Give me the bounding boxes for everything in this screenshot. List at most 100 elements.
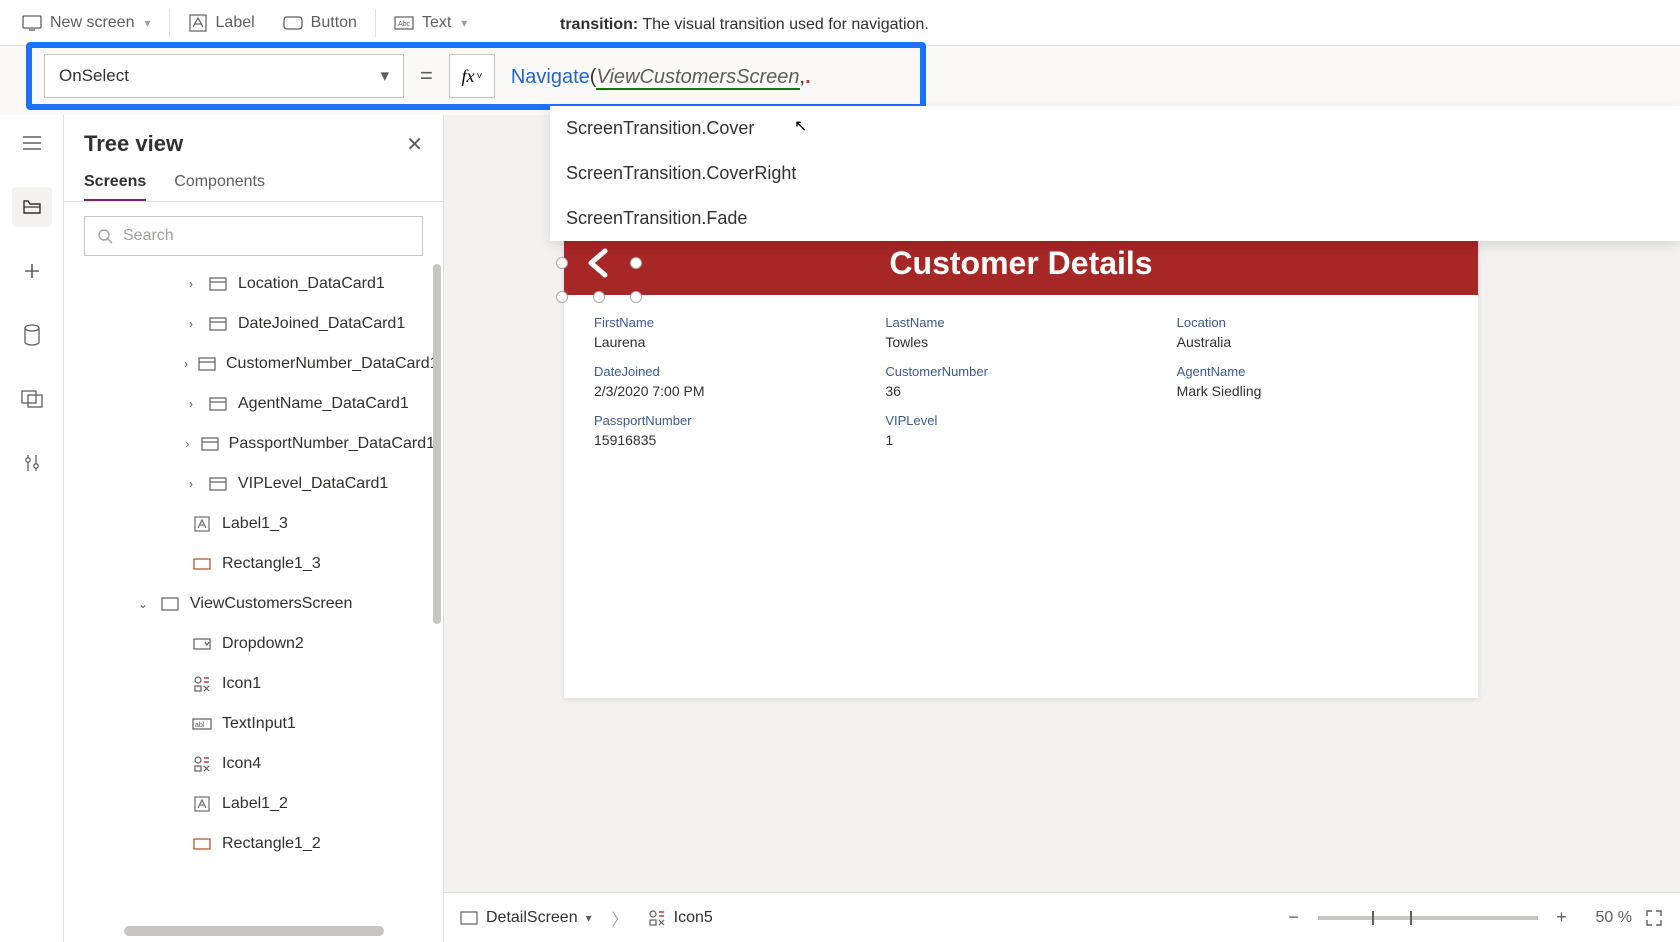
autocomplete-item[interactable]: ScreenTransition.Fade: [550, 196, 1680, 241]
new-screen-label: New screen: [50, 14, 134, 32]
form-field: CustomerNumber 36: [885, 364, 1156, 399]
field-label: VIPLevel: [885, 413, 1156, 428]
new-screen-button[interactable]: New screen ▾: [8, 7, 165, 39]
field-value: Australia: [1177, 334, 1448, 350]
breadcrumb-element[interactable]: Icon5: [648, 909, 713, 927]
fx-button[interactable]: fx ˅: [449, 54, 495, 98]
insert-button[interactable]: [12, 251, 52, 291]
field-label: CustomerNumber: [885, 364, 1156, 379]
icon-icon: [192, 674, 212, 694]
svg-text:Abc: Abc: [398, 21, 411, 28]
left-rail: [0, 115, 64, 942]
search-icon: [97, 228, 113, 244]
field-label: AgentName: [1177, 364, 1448, 379]
formula-hint: transition: The visual transition used f…: [560, 16, 929, 34]
advanced-tools-button[interactable]: [12, 443, 52, 483]
tree-item-label: Label1_2: [222, 795, 288, 813]
tree-search-input[interactable]: Search: [84, 216, 423, 256]
breadcrumb-screen[interactable]: DetailScreen ▾: [460, 909, 592, 927]
field-value: Mark Siedling: [1177, 383, 1448, 399]
svg-text:abl: abl: [195, 722, 205, 729]
scrollbar-thumb[interactable]: [433, 264, 441, 624]
tree-item[interactable]: Dropdown2: [64, 624, 443, 664]
zoom-slider[interactable]: [1318, 916, 1538, 920]
tree-item[interactable]: ›CustomerNumber_DataCard1: [64, 344, 443, 384]
tree-item[interactable]: Rectangle1_3: [64, 544, 443, 584]
tree-item-label: AgentName_DataCard1: [238, 395, 409, 413]
chevron-down-icon: ▾: [380, 66, 389, 86]
zoom-out-button[interactable]: −: [1282, 906, 1306, 930]
card-icon: [198, 354, 216, 374]
insert-button-button[interactable]: Button: [269, 7, 371, 39]
insert-label-button[interactable]: Label: [174, 7, 269, 39]
insert-button-text: Button: [311, 14, 357, 32]
form-field: Location Australia: [1177, 315, 1448, 350]
icon-icon: [192, 754, 212, 774]
horizontal-scrollbar[interactable]: [124, 926, 384, 936]
breadcrumb-element-label: Icon5: [674, 909, 713, 927]
app-title: Customer Details: [889, 245, 1152, 282]
field-label: FirstName: [594, 315, 865, 330]
field-label: Location: [1177, 315, 1448, 330]
screen-icon: [460, 911, 478, 925]
fit-to-window-button[interactable]: [1644, 908, 1664, 928]
tree-item[interactable]: Label1_2: [64, 784, 443, 824]
chevron-icon: ›: [184, 397, 198, 411]
tree-item[interactable]: Icon4: [64, 744, 443, 784]
chevron-icon: ›: [184, 317, 198, 331]
tree-item[interactable]: ⌄ViewCustomersScreen: [64, 584, 443, 624]
zoom-value: 50 %: [1596, 909, 1632, 927]
icon-icon: [648, 909, 666, 927]
media-button[interactable]: [12, 379, 52, 419]
autocomplete-item[interactable]: ScreenTransition.CoverRight: [550, 151, 1680, 196]
card-icon: [208, 474, 228, 494]
rect-icon: [192, 834, 212, 854]
tree-item[interactable]: › DateJoined_DataCard1: [64, 304, 443, 344]
chevron-down-icon: ▾: [461, 16, 467, 30]
field-value: 36: [885, 383, 1156, 399]
chevron-icon: ⌄: [136, 597, 150, 611]
card-icon: [208, 394, 228, 414]
field-value: Laurena: [594, 334, 865, 350]
hamburger-button[interactable]: [12, 123, 52, 163]
field-label: LastName: [885, 315, 1156, 330]
tab-screens[interactable]: Screens: [84, 165, 146, 201]
close-panel-button[interactable]: ✕: [406, 132, 423, 157]
chevron-icon: ›: [184, 477, 198, 491]
insert-text-button[interactable]: Abc Text ▾: [380, 7, 481, 39]
zoom-in-button[interactable]: +: [1550, 906, 1574, 930]
screen-icon: [160, 594, 180, 614]
hint-desc: The visual transition used for navigatio…: [642, 16, 928, 33]
dropdown-icon: [192, 634, 212, 654]
screen-icon: [22, 13, 42, 33]
tree-tabs: Screens Components: [64, 165, 443, 202]
label-icon: [192, 794, 212, 814]
tree-view-button[interactable]: [12, 187, 52, 227]
tab-components[interactable]: Components: [174, 165, 265, 201]
tree-item[interactable]: ›PassportNumber_DataCard1: [64, 424, 443, 464]
card-icon: [208, 274, 228, 294]
chevron-icon: ›: [184, 277, 198, 291]
data-button[interactable]: [12, 315, 52, 355]
tree-item-label: Icon4: [222, 755, 261, 773]
zoom-controls: − + 50 %: [1282, 906, 1664, 930]
tree-item[interactable]: Rectangle1_2: [64, 824, 443, 864]
field-value: 15916835: [594, 432, 865, 448]
formula-input[interactable]: Navigate(ViewCustomersScreen,.: [511, 64, 811, 89]
formula-autocomplete: ScreenTransition.Cover ScreenTransition.…: [550, 106, 1680, 241]
property-name: OnSelect: [59, 66, 129, 86]
chevron-icon: ›: [184, 437, 191, 451]
property-selector[interactable]: OnSelect ▾: [44, 54, 404, 98]
tree-item[interactable]: Label1_3: [64, 504, 443, 544]
tree-item[interactable]: › AgentName_DataCard1: [64, 384, 443, 424]
tree-item[interactable]: ›VIPLevel_DataCard1: [64, 464, 443, 504]
tree-body[interactable]: ›Location_DataCard1›DateJoined_DataCard1…: [64, 264, 443, 942]
tree-item[interactable]: ablTextInput1: [64, 704, 443, 744]
form-field: PassportNumber15916835: [594, 413, 865, 448]
tree-item-label: DateJoined_DataCard1: [238, 315, 405, 333]
autocomplete-item[interactable]: ScreenTransition.Cover: [550, 106, 1680, 151]
tree-item[interactable]: ›Location_DataCard1: [64, 264, 443, 304]
field-label: DateJoined: [594, 364, 865, 379]
tree-item[interactable]: Icon1: [64, 664, 443, 704]
label-icon: [192, 514, 212, 534]
